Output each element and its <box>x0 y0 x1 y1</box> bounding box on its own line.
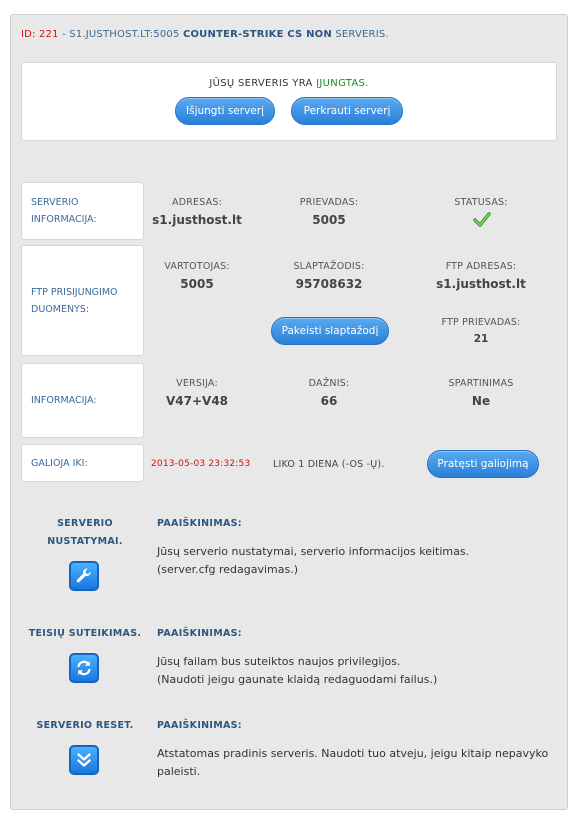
tool-reset-description: Atstatomas pradinis serveris. Naudoti tu… <box>157 745 557 781</box>
ftp-password-caption: SLAPTAŽODIS: <box>293 261 365 272</box>
reset-button[interactable] <box>69 745 99 775</box>
version-value: V47+V48 <box>165 394 229 408</box>
port-caption: PRIEVADAS: <box>299 197 359 208</box>
ftp-port-caption: FTP PRIEVADAS: <box>441 317 521 328</box>
tool-reset-line1: Atstatomas pradinis serveris. Naudoti tu… <box>157 747 549 760</box>
header-suffix: SERVERIS. <box>335 29 389 40</box>
server-info-label: SERVERIO INFORMACIJA: <box>21 182 144 240</box>
tool-settings-title: SERVERIO NUSTATYMAI. <box>35 515 135 551</box>
permissions-button[interactable] <box>69 653 99 683</box>
freq-caption: DAŽNIS: <box>308 378 350 389</box>
server-info-label-line2: INFORMACIJA: <box>31 214 97 225</box>
server-header: ID: 221 - S1.JUSTHOST.LT:5005 COUNTER-ST… <box>21 29 389 40</box>
ftp-label-line1: FTP PRISIJUNGIMO <box>31 286 118 298</box>
ftp-user-value: 5005 <box>180 277 214 291</box>
status-text: JŪSŲ SERVERIS YRA ĮJUNGTAS. <box>22 78 556 89</box>
tool-permissions-description: Jūsų failam bus suteiktos naujos privile… <box>157 653 557 689</box>
settings-button[interactable] <box>69 561 99 591</box>
tool-settings-title-line1: SERVERIO <box>57 518 113 529</box>
refresh-icon <box>77 660 91 676</box>
ftp-user-caption: VARTOTOJAS: <box>164 261 230 272</box>
ftp-password-value: 95708632 <box>295 277 363 291</box>
server-info-label-line1: SERVERIO <box>31 197 79 208</box>
ftp-label: FTP PRISIJUNGIMO DUOMENYS: <box>21 245 144 356</box>
server-id: ID: 221 <box>21 29 59 40</box>
server-host: S1.JUSTHOST.LT:5005 <box>69 29 180 40</box>
stop-server-button[interactable]: Išjungti serverį <box>175 97 275 125</box>
tool-permissions-line1: Jūsų failam bus suteiktos naujos privile… <box>157 655 401 668</box>
info-label: INFORMACIJA: <box>21 363 144 438</box>
ftp-address-caption: FTP ADRESAS: <box>445 261 517 272</box>
double-chevron-down-icon <box>77 753 91 767</box>
status-state: ĮJUNGTAS. <box>316 78 369 89</box>
boost-value: Ne <box>471 394 491 408</box>
tool-settings-line1: Jūsų serverio nustatymai, serverio infor… <box>157 545 470 558</box>
port-value: 5005 <box>312 213 346 227</box>
status-caption: STATUSAS: <box>454 197 508 208</box>
header-separator: - <box>58 29 70 40</box>
ftp-address-value: s1.justhost.lt <box>436 277 526 291</box>
validity-date: 2013-05-03 23:32:53 <box>151 459 251 469</box>
validity-label: GALIOJA IKI: <box>21 444 144 482</box>
status-box: JŪSŲ SERVERIS YRA ĮJUNGTAS. Išjungti ser… <box>21 62 557 141</box>
tool-permissions-title-line1: TEISIŲ SUTEIKIMAS. <box>28 628 142 639</box>
boost-caption: SPARTINIMAS <box>448 378 514 389</box>
address-caption: ADRESAS: <box>172 197 222 208</box>
address-value: s1.justhost.lt <box>152 213 242 227</box>
check-icon <box>473 212 491 227</box>
tool-reset-expl-header: PAAIŠKINIMAS: <box>157 720 242 731</box>
tool-permissions-line2: (Naudoti jeigu gaunate klaidą redaguodam… <box>157 673 438 686</box>
tool-settings-expl-header: PAAIŠKINIMAS: <box>157 518 242 529</box>
ftp-label-line2: DUOMENYS: <box>31 303 90 315</box>
tool-settings-description: Jūsų serverio nustatymai, serverio infor… <box>157 543 557 579</box>
tool-reset-title: SERVERIO RESET. <box>21 717 149 735</box>
server-panel: ID: 221 - S1.JUSTHOST.LT:5005 COUNTER-ST… <box>10 14 568 810</box>
tool-permissions-expl-header: PAAIŠKINIMAS: <box>157 628 242 639</box>
freq-value: 66 <box>320 394 338 408</box>
wrench-icon <box>76 568 91 583</box>
status-prefix: JŪSŲ SERVERIS YRA <box>209 78 313 89</box>
restart-server-button[interactable]: Perkrauti serverį <box>291 97 403 125</box>
tool-reset-line2: paleisti. <box>157 765 201 778</box>
change-password-button[interactable]: Pakeisti slaptažodį <box>271 317 389 345</box>
version-caption: VERSIJA: <box>176 378 218 389</box>
ftp-port-value: 21 <box>473 333 489 345</box>
remaining-days: LIKO 1 DIENA (-OS -Ų). <box>273 459 385 470</box>
tool-reset-title-line1: SERVERIO RESET. <box>36 720 134 731</box>
server-game: COUNTER-STRIKE CS NON <box>182 29 332 40</box>
tool-settings-title-line2: NUSTATYMAI. <box>47 536 123 547</box>
tool-permissions-title: TEISIŲ SUTEIKIMAS. <box>21 625 149 643</box>
extend-button[interactable]: Pratęsti galiojimą <box>427 450 539 478</box>
tool-settings-line2: (server.cfg redagavimas.) <box>157 563 299 576</box>
